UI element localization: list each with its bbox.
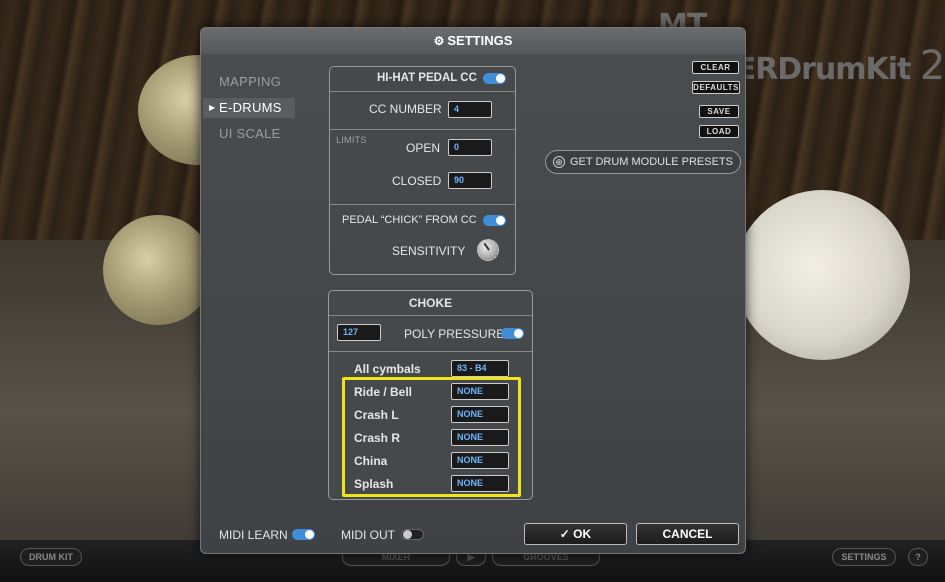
midi-learn-label: MIDI LEARN — [219, 528, 288, 542]
limits-label: LIMITS — [336, 135, 367, 146]
logo-version: 2 — [919, 43, 945, 89]
choke-item-field[interactable]: 83 - B4 — [451, 360, 509, 377]
choke-item-label: All cymbals — [354, 362, 421, 376]
divider — [330, 91, 515, 92]
gear-icon: ⚙ — [433, 34, 445, 48]
highlight-box — [342, 377, 521, 497]
sensitivity-label: SENSITIVITY — [392, 244, 466, 258]
cancel-button[interactable]: CANCEL — [636, 523, 739, 545]
poly-pressure-label: POLY PRESSURE — [404, 327, 505, 341]
nav-item-label: UI SCALE — [219, 126, 281, 141]
midi-out-label: MIDI OUT — [341, 528, 395, 542]
globe-icon: ⊕ — [553, 156, 565, 168]
get-presets-button[interactable]: ⊕ GET DRUM MODULE PRESETS — [545, 150, 741, 174]
settings-dialog: ⚙ SETTINGS MAPPING ▶ E-DRUMS UI SCALE HI-… — [200, 27, 746, 554]
cc-number-field[interactable]: 4 — [448, 101, 492, 118]
nav-item-mapping[interactable]: MAPPING — [203, 72, 295, 92]
settings-button[interactable]: SETTINGS — [832, 548, 896, 566]
caret-right-icon: ▶ — [209, 103, 216, 112]
logo-name: DrumKit — [777, 52, 911, 87]
open-field[interactable]: 0 — [448, 139, 492, 156]
hihat-pedal-cc-toggle[interactable] — [483, 73, 506, 84]
nav-item-e-drums[interactable]: ▶ E-DRUMS — [203, 98, 295, 118]
hihat-pedal-cc-label: HI-HAT PEDAL CC — [377, 72, 477, 84]
nav-item-ui-scale[interactable]: UI SCALE — [203, 124, 295, 144]
help-button[interactable]: ? — [908, 548, 928, 566]
hihat-panel: HI-HAT PEDAL CC CC NUMBER 4 LIMITS OPEN … — [329, 66, 516, 275]
cymbal-image — [735, 190, 910, 360]
ok-button[interactable]: ✓ OK — [524, 523, 627, 545]
dialog-title-bar: ⚙ SETTINGS — [201, 28, 745, 54]
pedal-chick-label: PEDAL “CHICK” FROM CC — [342, 214, 477, 226]
choke-title: CHOKE — [408, 296, 453, 310]
poly-pressure-toggle[interactable] — [501, 328, 524, 339]
divider — [330, 129, 515, 130]
closed-label: CLOSED — [392, 174, 442, 188]
cymbal-image — [103, 215, 213, 325]
midi-out-toggle[interactable] — [401, 529, 424, 540]
closed-field[interactable]: 90 — [448, 172, 492, 189]
sensitivity-knob[interactable] — [477, 239, 499, 261]
defaults-button[interactable]: DEFAULTS — [692, 81, 740, 94]
divider — [330, 204, 515, 205]
choke-value-field[interactable]: 127 — [337, 324, 381, 341]
open-label: OPEN — [406, 141, 441, 155]
pedal-chick-toggle[interactable] — [483, 215, 506, 226]
drum-kit-button[interactable]: DRUM KIT — [20, 548, 82, 566]
midi-learn-toggle[interactable] — [292, 529, 315, 540]
load-button[interactable]: LOAD — [699, 125, 739, 138]
nav-item-label: E-DRUMS — [219, 100, 282, 115]
get-presets-label: GET DRUM MODULE PRESETS — [570, 156, 733, 168]
clear-button[interactable]: CLEAR — [692, 61, 739, 74]
divider — [329, 315, 532, 316]
cc-number-label: CC NUMBER — [369, 102, 442, 116]
divider — [329, 351, 532, 352]
settings-nav: MAPPING ▶ E-DRUMS UI SCALE — [203, 72, 295, 150]
dialog-title: SETTINGS — [447, 33, 513, 48]
save-button[interactable]: SAVE — [699, 105, 739, 118]
nav-item-label: MAPPING — [219, 74, 282, 89]
